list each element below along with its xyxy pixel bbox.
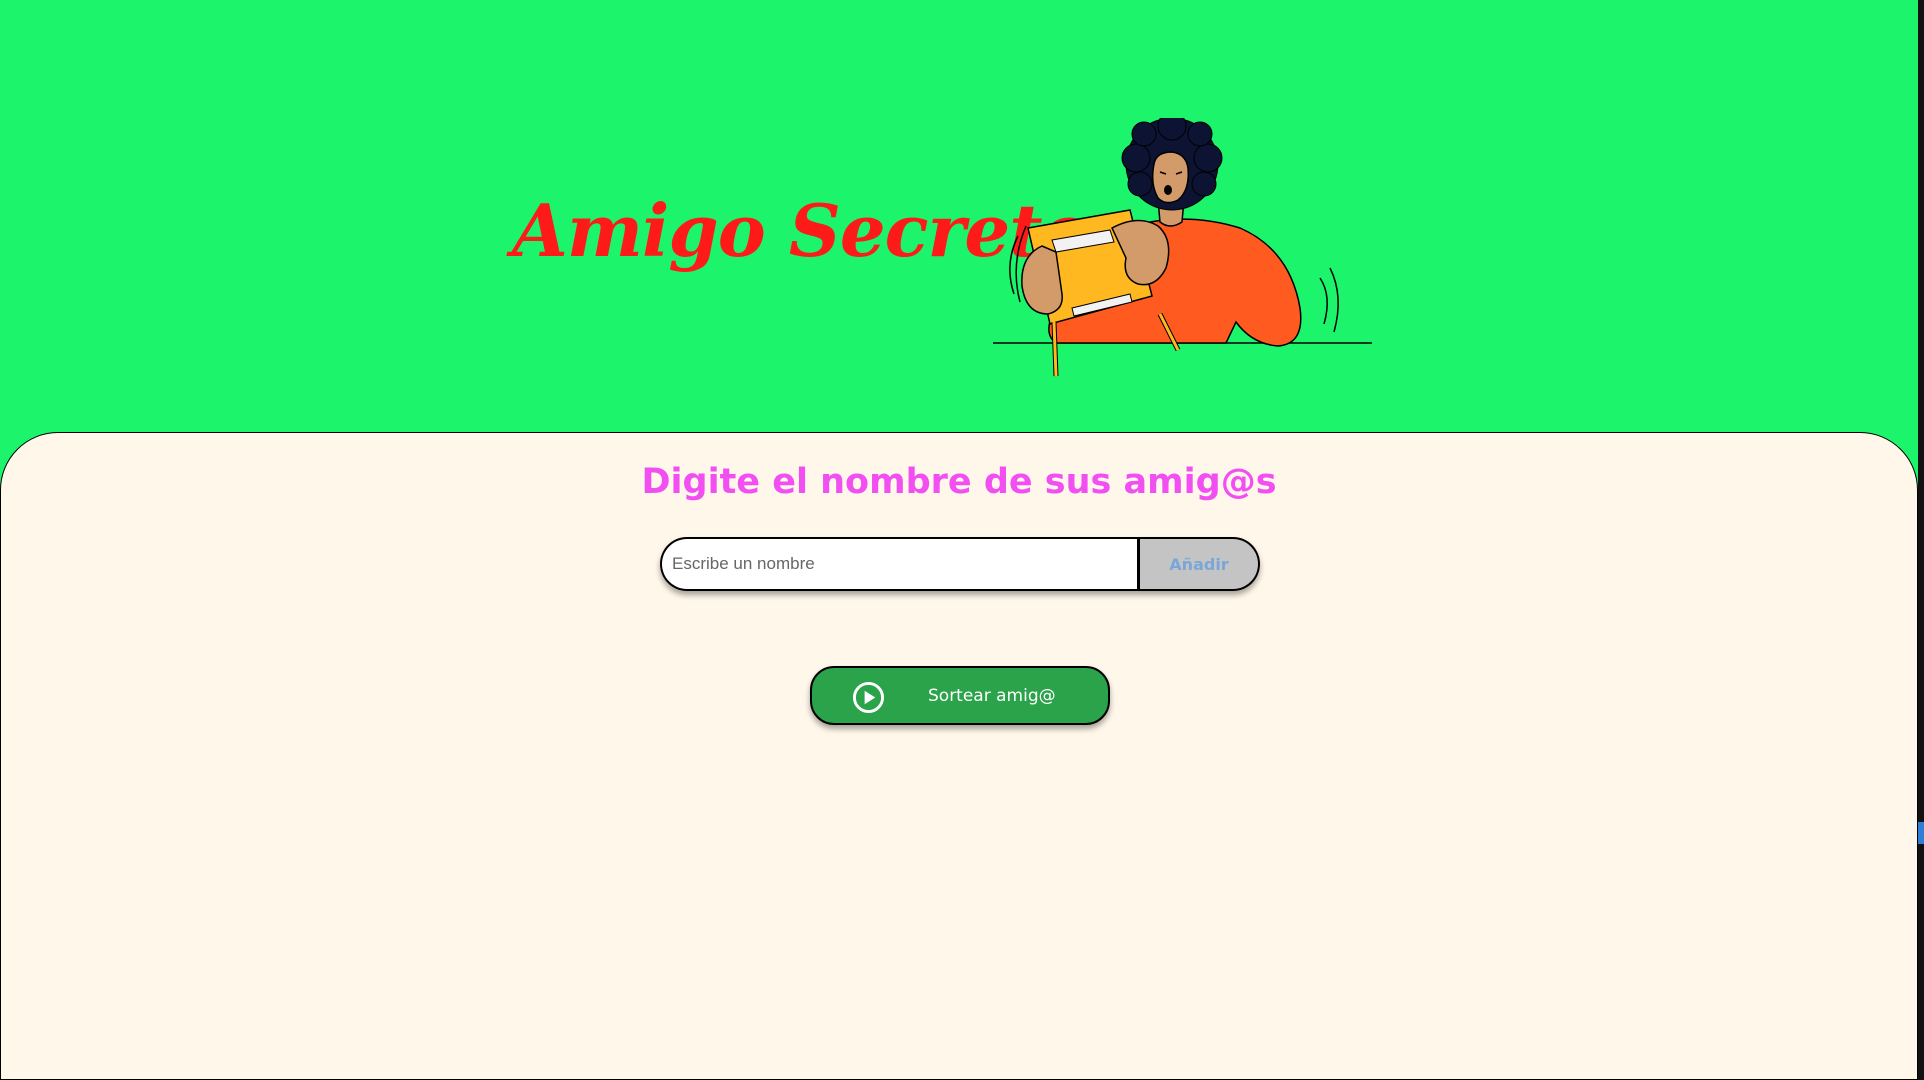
scroll-indicator[interactable] [1918,822,1924,844]
draw-friend-button[interactable]: Sortear amig@ [810,666,1110,725]
draw-friend-label: Sortear amig@ [928,686,1056,706]
window-edge [1918,0,1924,1080]
page: Amigo Secreto Digite el nombre de sus am… [0,0,1924,1080]
name-input[interactable] [660,537,1140,591]
add-button[interactable]: Añadir [1140,537,1260,591]
name-input-group: Añadir [660,537,1260,591]
main-card [0,432,1918,1080]
play-circle-icon [852,681,885,714]
section-subtitle: Digite el nombre de sus amig@s [641,462,1277,502]
header-banner: Amigo Secreto [0,0,1924,440]
person-opening-gift-illustration [993,118,1372,377]
